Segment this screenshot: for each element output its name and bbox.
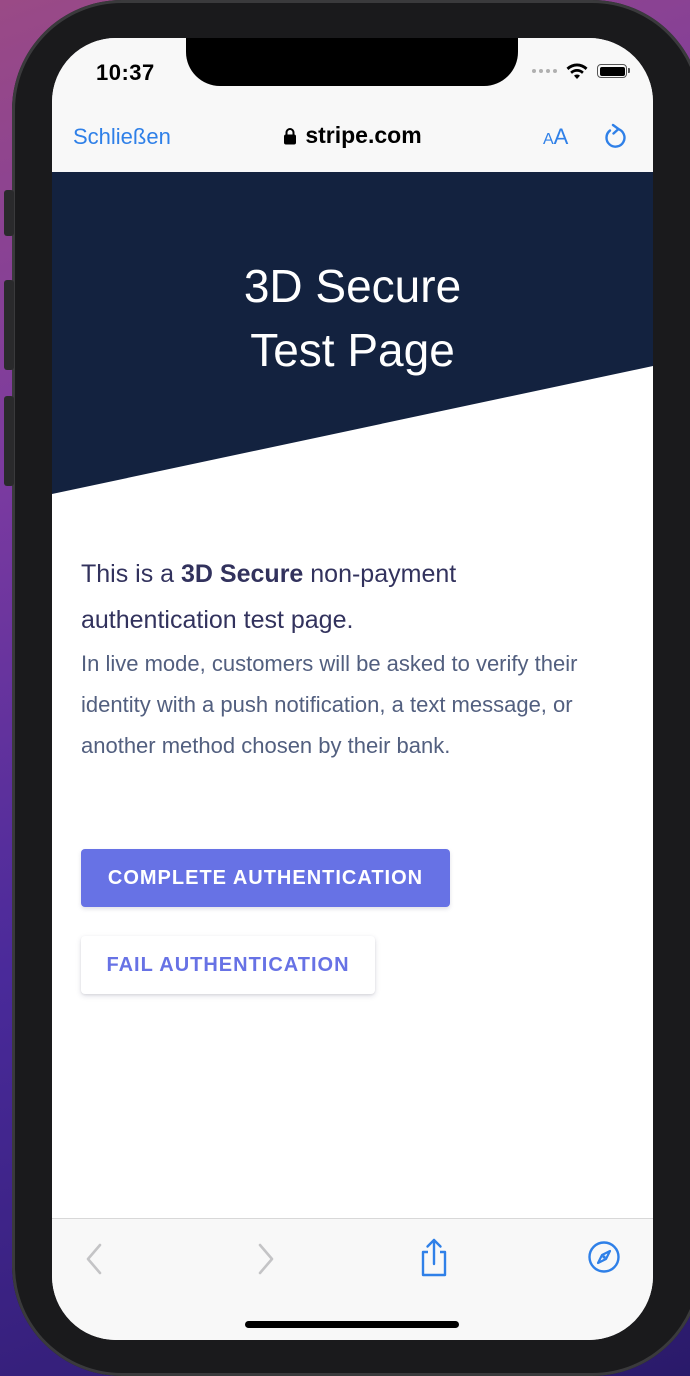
compass-icon[interactable]: [587, 1240, 621, 1274]
hero-banner: 3D Secure Test Page: [52, 172, 653, 496]
browser-bar: Schließen stripe.com AA: [52, 110, 653, 172]
forward-icon[interactable]: [256, 1241, 276, 1277]
mute-switch: [4, 190, 14, 236]
reload-icon[interactable]: [601, 122, 629, 152]
battery-icon: [597, 64, 630, 78]
desktop-background: 10:37 Schließen stripe.com AA 3D Secure …: [0, 0, 690, 1376]
text-size-large-label: A: [553, 124, 569, 149]
page-title-line2: Test Page: [250, 324, 455, 376]
text-size-button[interactable]: AA: [543, 124, 568, 150]
home-indicator[interactable]: [245, 1321, 459, 1328]
status-time: 10:37: [96, 60, 155, 85]
back-icon[interactable]: [84, 1241, 104, 1277]
url-text: stripe.com: [305, 122, 422, 148]
description-text: In live mode, customers will be asked to…: [81, 651, 578, 758]
lead-bold: 3D Secure: [181, 560, 304, 588]
fail-authentication-button[interactable]: FAIL AUTHENTICATION: [81, 936, 375, 994]
volume-down-button: [4, 396, 14, 486]
lock-icon: [284, 128, 297, 145]
cellular-signal-icon: [532, 69, 557, 73]
status-bar: 10:37: [52, 38, 653, 110]
complete-authentication-button[interactable]: COMPLETE AUTHENTICATION: [81, 849, 450, 907]
content-section: This is a 3D Secure non-payment authenti…: [81, 551, 601, 766]
volume-up-button: [4, 280, 14, 370]
phone-screen: 10:37 Schließen stripe.com AA 3D Secure …: [52, 38, 653, 1340]
lead-prefix: This is a: [81, 560, 182, 588]
page-title-line1: 3D Secure: [243, 260, 462, 312]
text-size-small-label: A: [543, 131, 554, 148]
status-icons: [532, 62, 630, 80]
wifi-icon: [566, 63, 588, 79]
share-icon[interactable]: [418, 1237, 450, 1279]
lead-text: This is a 3D Secure non-payment authenti…: [81, 551, 601, 643]
page-title: 3D Secure Test Page: [52, 254, 653, 382]
notch: [186, 38, 518, 86]
